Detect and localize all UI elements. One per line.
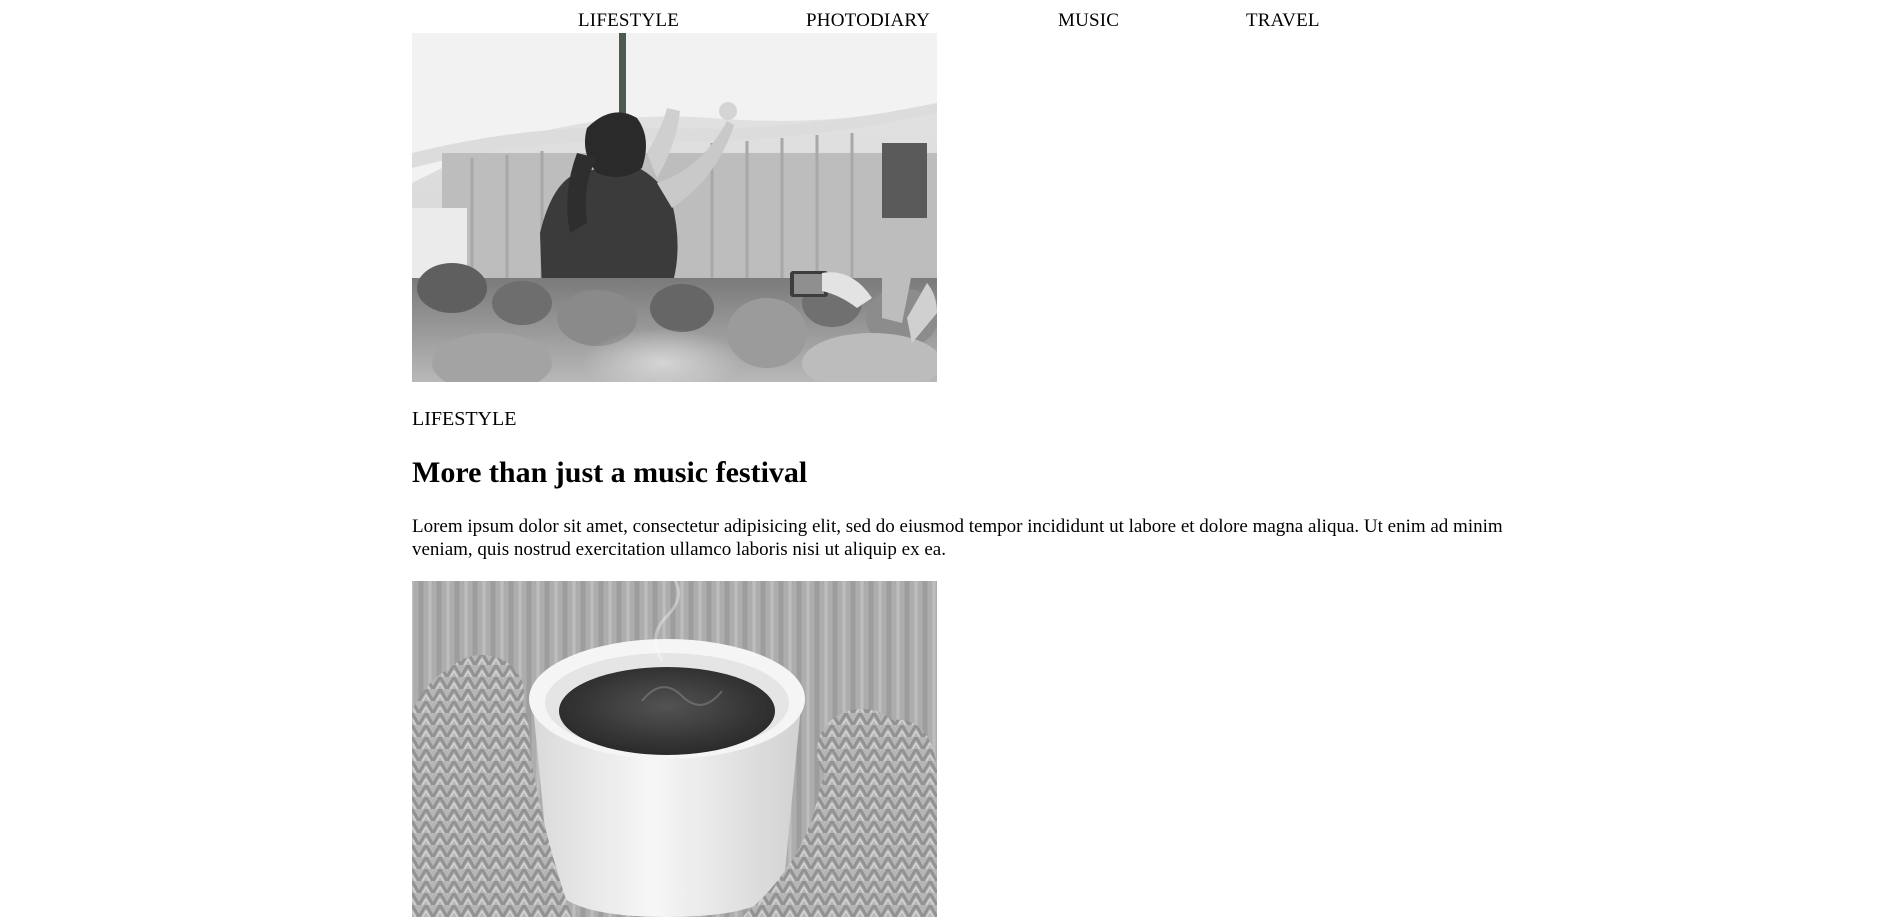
nav-link-photodiary[interactable]: PHOTODIARY — [806, 8, 930, 34]
top-navigation: LIFESTYLE PHOTODIARY MUSIC TRAVEL — [0, 8, 1898, 34]
post-category[interactable]: LIFESTYLE — [412, 407, 516, 431]
nav-link-lifestyle[interactable]: LIFESTYLE — [578, 8, 679, 34]
nav-link-travel[interactable]: TRAVEL — [1246, 8, 1320, 34]
nav-link-music[interactable]: MUSIC — [1058, 8, 1119, 34]
coffee-photo[interactable] — [412, 581, 937, 917]
post-excerpt: Lorem ipsum dolor sit amet, consectetur … — [412, 516, 1503, 560]
page: LIFESTYLE PHOTODIARY MUSIC TRAVEL LIFEST… — [0, 0, 1898, 917]
festival-photo[interactable] — [412, 33, 937, 382]
post-title[interactable]: More than just a music festival — [412, 455, 807, 491]
